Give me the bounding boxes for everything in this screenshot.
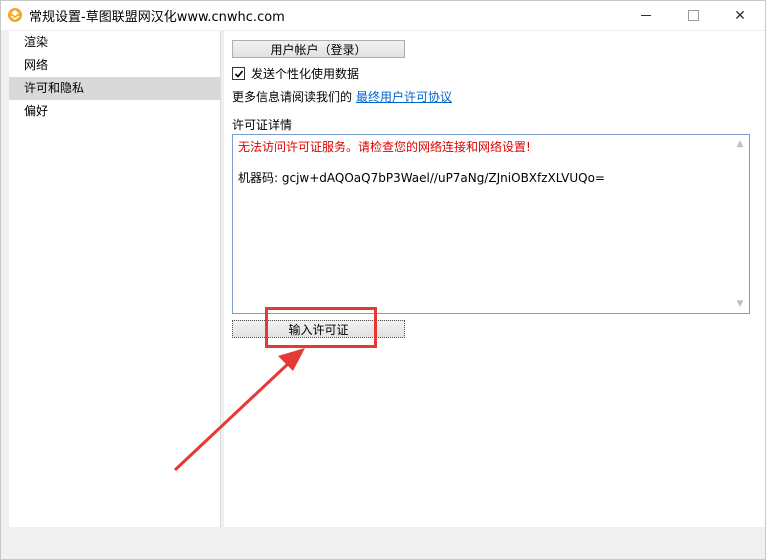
scroll-down-icon[interactable]: ▼ [735, 299, 745, 309]
settings-window: 常规设置-草图联盟网汉化www.cnwhc.com ✕ 渲染 网络 许可和隐私 … [0, 0, 766, 560]
license-details-textarea[interactable]: 无法访问许可证服务。请检查您的网络连接和网络设置! 机器码: gcjw+dAQO… [232, 134, 750, 314]
sidebar-item-network[interactable]: 网络 [9, 54, 220, 77]
machine-code: 机器码: gcjw+dAQOaQ7bP3Wael//uP7aNg/ZJniOBX… [238, 171, 605, 185]
maximize-button[interactable] [670, 1, 716, 30]
send-usage-row[interactable]: 发送个性化使用数据 [232, 65, 359, 82]
close-button[interactable]: ✕ [717, 1, 763, 30]
sidebar-item-render[interactable]: 渲染 [9, 31, 220, 54]
sidebar-item-preferences[interactable]: 偏好 [9, 100, 220, 123]
minimize-button[interactable] [623, 1, 669, 30]
window-title: 常规设置-草图联盟网汉化www.cnwhc.com [29, 10, 285, 25]
user-account-button[interactable]: 用户帐户（登录） [232, 40, 405, 58]
license-privacy-panel: 用户帐户（登录） 发送个性化使用数据 更多信息请阅读我们的 最终用户许可协议 许可… [224, 31, 765, 527]
app-logo-icon [8, 8, 22, 22]
more-info-text: 更多信息请阅读我们的 [232, 90, 353, 104]
minimize-icon [641, 15, 651, 16]
more-info-row: 更多信息请阅读我们的 最终用户许可协议 [232, 88, 452, 105]
enter-license-button[interactable]: 输入许可证 [232, 320, 405, 338]
scroll-up-icon[interactable]: ▲ [735, 139, 745, 149]
send-usage-label: 发送个性化使用数据 [251, 67, 360, 81]
close-icon: ✕ [734, 7, 746, 24]
checkmark-icon [234, 69, 243, 78]
send-usage-checkbox[interactable] [232, 67, 245, 80]
settings-sidebar: 渲染 网络 许可和隐私 偏好 [9, 31, 221, 527]
license-details-content: 无法访问许可证服务。请检查您的网络连接和网络设置! 机器码: gcjw+dAQO… [238, 138, 738, 186]
license-error-message: 无法访问许可证服务。请检查您的网络连接和网络设置! [238, 140, 531, 154]
license-details-label: 许可证详情 [232, 118, 293, 132]
eula-link[interactable]: 最终用户许可协议 [356, 90, 452, 104]
details-scrollbar[interactable]: ▲ ▼ [732, 135, 749, 313]
maximize-icon [687, 10, 699, 21]
title-bar: 常规设置-草图联盟网汉化www.cnwhc.com ✕ [1, 1, 765, 30]
sidebar-item-license-privacy[interactable]: 许可和隐私 [9, 77, 220, 100]
